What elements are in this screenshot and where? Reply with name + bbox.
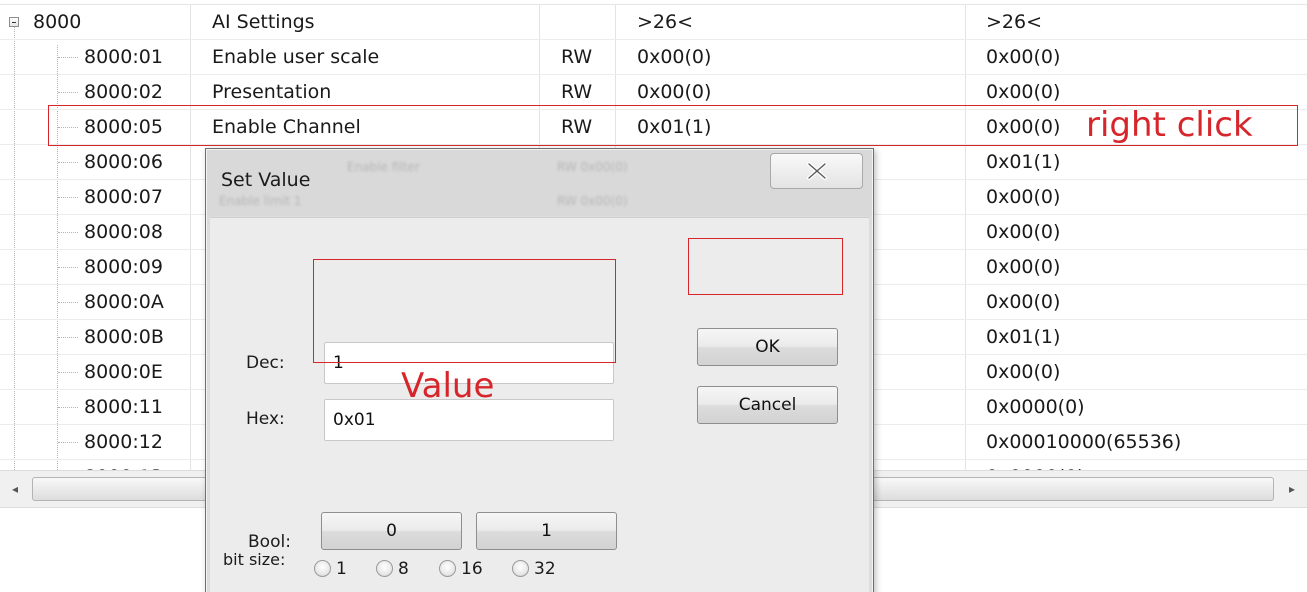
dec-label: Dec: xyxy=(246,353,285,373)
set-value-dialog: Set Value Enable filter RW 0x00(0) Enabl… xyxy=(205,148,874,592)
tree-row[interactable]: 8000:01 Enable user scale RW 0x00(0) 0x0… xyxy=(0,40,1307,75)
bool-false-button[interactable]: 0 xyxy=(321,512,462,550)
row-index: 8000:09 xyxy=(84,256,163,278)
row-online: >26< xyxy=(986,11,1043,33)
close-button[interactable] xyxy=(770,153,863,189)
radio-icon[interactable] xyxy=(314,560,331,577)
row-value: 0x00(0) xyxy=(637,81,712,103)
annotation-highlight-ok-button xyxy=(688,238,843,295)
bit-size-label: bit size: xyxy=(223,550,286,569)
ok-button[interactable]: OK xyxy=(697,328,838,366)
collapse-icon[interactable] xyxy=(9,17,19,27)
cancel-button[interactable]: Cancel xyxy=(697,386,838,424)
radio-icon[interactable] xyxy=(512,560,529,577)
tree-connector xyxy=(58,57,78,58)
blurred-background-text: Enable filter xyxy=(347,160,420,174)
row-online: 0x00010000(65536) xyxy=(986,431,1182,453)
row-online: 0x00(0) xyxy=(986,361,1061,383)
row-online: 0x01(1) xyxy=(986,326,1061,348)
row-name: Presentation xyxy=(212,81,332,103)
hex-label: Hex: xyxy=(246,409,285,429)
tree-connector xyxy=(58,407,78,408)
row-index: 8000:12 xyxy=(84,431,163,453)
radio-label: 32 xyxy=(534,559,556,579)
radio-label: 1 xyxy=(336,559,347,579)
row-online: 0x0000(0) xyxy=(986,396,1085,418)
blurred-background-text: RW 0x00(0) xyxy=(557,160,628,174)
row-online: 0x00(0) xyxy=(986,186,1061,208)
dialog-titlebar[interactable]: Set Value Enable filter RW 0x00(0) Enabl… xyxy=(207,150,872,216)
tree-connector xyxy=(58,337,78,338)
annotation-highlight-value-fields xyxy=(313,259,616,363)
row-value: >26< xyxy=(637,11,694,33)
row-flags: RW xyxy=(561,46,593,68)
row-name: Enable user scale xyxy=(212,46,380,68)
radio-icon[interactable] xyxy=(439,560,456,577)
tree-connector xyxy=(58,162,78,163)
row-online: 0x00(0) xyxy=(986,256,1061,278)
row-name: AI Settings xyxy=(212,11,315,33)
row-index: 8000:01 xyxy=(84,46,163,68)
row-index: 8000:11 xyxy=(84,396,163,418)
scroll-left-icon[interactable]: ◂ xyxy=(4,471,26,507)
tree-connector xyxy=(58,302,78,303)
row-value: 0x00(0) xyxy=(637,46,712,68)
radio-icon[interactable] xyxy=(376,560,393,577)
row-index: 8000:0A xyxy=(84,291,164,313)
blurred-background-text: Enable limit 1 xyxy=(219,194,302,208)
annotation-right-click: right click xyxy=(1086,105,1253,145)
row-index: 8000 xyxy=(33,11,82,33)
row-index: 8000:0E xyxy=(84,361,163,383)
tree-connector xyxy=(58,92,78,93)
tree-connector xyxy=(58,267,78,268)
row-index: 8000:02 xyxy=(84,81,163,103)
row-online: 0x00(0) xyxy=(986,46,1061,68)
tree-connector xyxy=(58,197,78,198)
row-online: 0x00(0) xyxy=(986,81,1061,103)
radio-label: 16 xyxy=(461,559,483,579)
tree-connector xyxy=(58,442,78,443)
bool-true-button[interactable]: 1 xyxy=(476,512,617,550)
tree-row-root[interactable]: 8000 AI Settings >26< >26< xyxy=(0,5,1307,40)
row-online: 0x01(1) xyxy=(986,151,1061,173)
row-flags: RW xyxy=(561,81,593,103)
row-index: 8000:0B xyxy=(84,326,164,348)
tree-connector xyxy=(58,232,78,233)
row-online: 0x00(0) xyxy=(986,221,1061,243)
screenshot-page: 8000 AI Settings >26< >26< 8000:01 Enabl… xyxy=(0,0,1307,592)
annotation-value: Value xyxy=(401,366,495,406)
row-index: 8000:07 xyxy=(84,186,163,208)
row-online: 0x00(0) xyxy=(986,291,1061,313)
close-icon xyxy=(807,162,827,180)
row-index: 8000:06 xyxy=(84,151,163,173)
radio-label: 8 xyxy=(398,559,409,579)
scroll-right-icon[interactable]: ▸ xyxy=(1281,471,1303,507)
tree-connector xyxy=(58,372,78,373)
dialog-title: Set Value xyxy=(221,169,311,191)
blurred-background-text: RW 0x00(0) xyxy=(557,194,628,208)
row-index: 8000:08 xyxy=(84,221,163,243)
